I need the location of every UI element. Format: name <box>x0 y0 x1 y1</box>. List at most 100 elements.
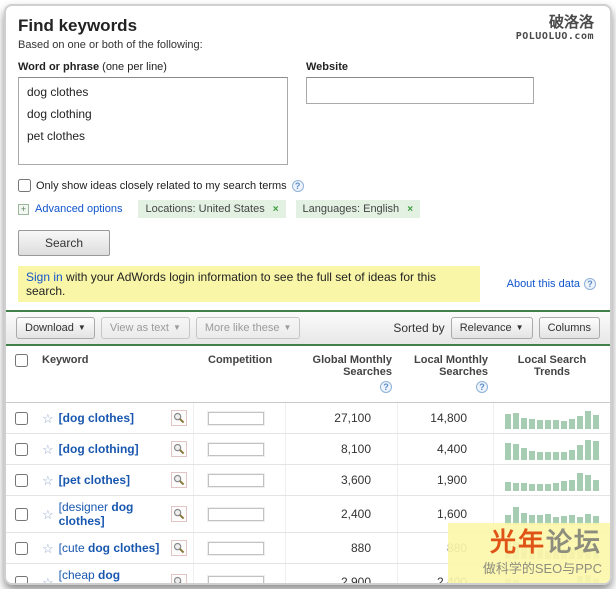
keyword-link[interactable]: [cheap dog clothes] <box>59 568 166 583</box>
local-search-trends-chart <box>505 503 599 525</box>
chevron-down-icon: ▼ <box>77 323 86 332</box>
website-label: Website <box>306 61 348 73</box>
star-icon[interactable]: ☆ <box>42 542 54 555</box>
keyword-link[interactable]: [pet clothes] <box>59 473 130 487</box>
competition-bar <box>208 541 264 555</box>
col-header-global[interactable]: Global Monthly Searches <box>292 354 392 378</box>
row-checkbox[interactable] <box>14 473 28 487</box>
chevron-down-icon: ▼ <box>515 323 524 332</box>
remove-tag-icon[interactable]: × <box>273 204 279 215</box>
related-terms-checkbox[interactable] <box>18 179 31 192</box>
magnifier-icon[interactable] <box>171 441 187 457</box>
chevron-down-icon: ▼ <box>172 323 181 332</box>
advanced-options-link[interactable]: Advanced options <box>35 203 122 215</box>
page-subtitle: Based on one or both of the following: <box>18 39 203 51</box>
global-monthly-searches: 8,100 <box>286 434 398 464</box>
help-icon[interactable]: ? <box>584 278 596 290</box>
forum-watermark-bottom: 光年论坛 做科学的SEO与PPC <box>448 523 610 583</box>
magnifier-icon[interactable] <box>171 574 187 583</box>
keyword-link[interactable]: [dog clothing] <box>59 442 139 456</box>
competition-bar <box>208 411 264 425</box>
word-phrase-label-bold: Word or phrase <box>18 61 100 73</box>
signin-link[interactable]: Sign in <box>26 270 63 284</box>
select-all-checkbox[interactable] <box>14 354 28 367</box>
signin-banner: Sign in with your AdWords login informat… <box>18 266 480 302</box>
help-icon[interactable]: ? <box>291 179 304 192</box>
table-row: ☆ [dog clothing] 8,100 4,400 <box>6 434 610 465</box>
help-icon[interactable]: ? <box>476 381 488 393</box>
global-monthly-searches: 27,100 <box>286 403 398 433</box>
page-title: Find keywords <box>18 16 138 35</box>
watermark-forum-name-red: 光年 <box>489 527 546 557</box>
row-checkbox[interactable] <box>14 575 28 583</box>
filter-tag: Languages: English × <box>295 200 421 218</box>
filter-tag-label: Locations: United States <box>145 203 265 215</box>
local-monthly-searches: 14,800 <box>398 403 494 433</box>
filter-tags: Locations: United States × Languages: Engl… <box>128 200 421 218</box>
filter-tag-label: Languages: English <box>302 203 400 215</box>
local-monthly-searches: 1,900 <box>398 465 494 495</box>
col-header-keyword[interactable]: Keyword <box>36 346 194 375</box>
row-checkbox[interactable] <box>14 442 28 456</box>
local-search-trends-chart <box>505 407 599 429</box>
col-header-trends: Local Search Trends <box>517 354 587 378</box>
global-monthly-searches: 2,400 <box>286 496 398 532</box>
remove-tag-icon[interactable]: × <box>407 204 413 215</box>
table-header-row: Keyword Competition Global Monthly Searc… <box>6 346 610 403</box>
global-monthly-searches: 3,600 <box>286 465 398 495</box>
site-watermark-top: 破洛洛 POLUOLUO.com <box>516 14 594 43</box>
local-search-trends-chart <box>505 438 599 460</box>
row-checkbox[interactable] <box>14 411 28 425</box>
magnifier-icon[interactable] <box>171 410 187 426</box>
keyword-tool-window: 破洛洛 POLUOLUO.com Find keywords Based on … <box>4 4 612 585</box>
global-monthly-searches: 880 <box>286 533 398 563</box>
word-phrase-input[interactable]: dog clothes dog clothing pet clothes <box>18 77 288 165</box>
keyword-link[interactable]: [cute dog clothes] <box>59 541 160 555</box>
table-row: ☆ [dog clothes] 27,100 14,800 <box>6 403 610 434</box>
competition-bar <box>208 473 264 487</box>
row-checkbox[interactable] <box>14 541 28 555</box>
watermark-domain: POLUOLUO.com <box>515 31 594 43</box>
signin-text: with your AdWords login information to s… <box>26 270 437 298</box>
keyword-link[interactable]: [dog clothes] <box>59 411 134 425</box>
filter-tag: Locations: United States × <box>138 200 286 218</box>
results-toolbar: Download ▼ View as text ▼ More like these ▼… <box>6 310 610 346</box>
global-monthly-searches: 2,900 <box>286 564 398 583</box>
star-icon[interactable]: ☆ <box>42 576 54 584</box>
col-header-local[interactable]: Local Monthly Searches <box>404 354 488 378</box>
col-header-competition[interactable]: Competition <box>194 346 286 375</box>
star-icon[interactable]: ☆ <box>42 443 54 456</box>
word-phrase-label: Word or phrase (one per line) <box>18 61 296 73</box>
expand-plus-icon[interactable]: + <box>18 203 29 215</box>
magnifier-icon[interactable] <box>171 506 187 522</box>
word-phrase-label-note: (one per line) <box>99 61 167 73</box>
search-button[interactable]: Search <box>18 230 111 256</box>
more-like-these-button[interactable]: More like these ▼ <box>195 317 301 339</box>
download-button[interactable]: Download ▼ <box>16 317 95 339</box>
star-icon[interactable]: ☆ <box>42 508 54 521</box>
competition-bar <box>208 507 264 521</box>
sorted-by-label: Sorted by <box>393 321 445 335</box>
star-icon[interactable]: ☆ <box>42 474 54 487</box>
magnifier-icon[interactable] <box>171 540 187 556</box>
star-icon[interactable]: ☆ <box>42 412 54 425</box>
competition-bar <box>208 575 264 583</box>
row-checkbox[interactable] <box>14 507 28 521</box>
columns-button[interactable]: Columns <box>538 317 600 339</box>
about-this-data-link[interactable]: About this data <box>507 278 580 290</box>
keyword-link[interactable]: [designer dog clothes] <box>59 500 166 528</box>
competition-bar <box>208 442 264 456</box>
help-icon[interactable]: ? <box>380 381 392 393</box>
search-form: Word or phrase (one per line) dog clothe… <box>18 61 598 170</box>
sort-select[interactable]: Relevance ▼ <box>450 317 533 339</box>
related-terms-label: Only show ideas closely related to my se… <box>36 179 287 192</box>
local-monthly-searches: 4,400 <box>398 434 494 464</box>
watermark-forum-name-gray: 论坛 <box>545 527 602 557</box>
watermark-chinese: 破洛洛 <box>548 14 594 31</box>
table-row: ☆ [pet clothes] 3,600 1,900 <box>6 465 610 496</box>
view-as-text-button[interactable]: View as text ▼ <box>100 317 190 339</box>
local-search-trends-chart <box>505 469 599 491</box>
website-input[interactable] <box>306 77 534 104</box>
magnifier-icon[interactable] <box>171 472 187 488</box>
chevron-down-icon: ▼ <box>283 323 292 332</box>
